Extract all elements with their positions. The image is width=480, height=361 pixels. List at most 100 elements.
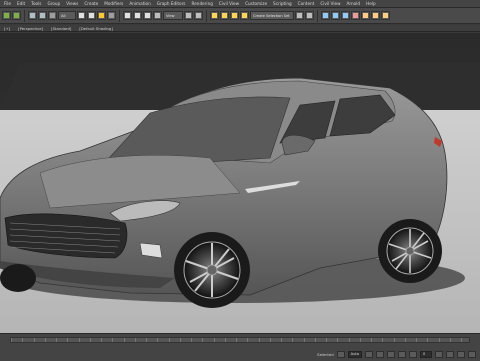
toolbar-separator <box>317 9 318 22</box>
timeline-tick <box>101 338 102 342</box>
next-frame-icon[interactable] <box>398 350 406 358</box>
viewport-point-of-view-label[interactable]: [Perspective] <box>18 26 43 31</box>
key-mode-button[interactable] <box>336 350 345 358</box>
menu-item[interactable]: Arnold <box>347 1 361 6</box>
menu-item[interactable]: Views <box>66 1 78 6</box>
menu-item[interactable]: Edit <box>17 1 25 6</box>
menu-item[interactable]: Customize <box>245 1 267 6</box>
viewport-label-bar: [+] [Perspective] [Standard] [Default Sh… <box>0 25 480 32</box>
timeline-tick <box>213 338 215 342</box>
percent-snap-icon[interactable] <box>230 11 239 20</box>
timeline-tick <box>89 338 91 342</box>
timeline-tick <box>11 338 12 342</box>
timeline-tick <box>393 338 395 342</box>
menu-item[interactable]: Scripting <box>273 1 292 6</box>
bind-space-warp-icon[interactable] <box>48 11 57 20</box>
timeline-tick <box>56 338 57 342</box>
timeline-tick <box>303 338 305 342</box>
timeline-tick <box>461 338 462 342</box>
timeline-tick <box>382 338 384 342</box>
menu-item[interactable]: Civil View <box>219 1 239 6</box>
selected-label: Selected <box>317 351 334 357</box>
pivot-center-icon[interactable] <box>184 11 193 20</box>
redo-button[interactable] <box>12 11 21 20</box>
timeline-tick <box>168 338 170 342</box>
maximize-viewport-icon[interactable] <box>468 350 476 358</box>
unlink-icon[interactable] <box>38 11 47 20</box>
link-icon[interactable] <box>28 11 37 20</box>
current-frame-field[interactable]: 0 <box>420 350 432 358</box>
timeline-tick <box>22 338 24 342</box>
select-and-manipulate-icon[interactable] <box>194 11 203 20</box>
window-crossing-icon[interactable] <box>107 11 116 20</box>
go-to-start-icon[interactable] <box>365 350 373 358</box>
select-object-icon[interactable] <box>77 11 86 20</box>
menu-item[interactable]: Civil View <box>320 1 340 6</box>
orbit-icon[interactable] <box>446 350 454 358</box>
schematic-view-icon[interactable] <box>341 11 350 20</box>
spinner-snap-icon[interactable] <box>240 11 249 20</box>
scale-icon[interactable] <box>143 11 152 20</box>
menu-item[interactable]: Create <box>84 1 98 6</box>
go-to-end-icon[interactable] <box>409 350 417 358</box>
toolbar-separator <box>119 9 120 22</box>
timeline-slider[interactable] <box>10 337 470 343</box>
toolbar-separator <box>24 9 25 22</box>
snaps-toggle-icon[interactable] <box>210 11 219 20</box>
timeline-tick <box>112 338 114 342</box>
menu-item[interactable]: Rendering <box>192 1 213 6</box>
selection-set-dropdown[interactable]: Create Selection Set <box>250 11 294 20</box>
undo-button[interactable] <box>2 11 11 20</box>
menu-item[interactable]: File <box>4 1 11 6</box>
viewport-display-label[interactable]: [Default Shading] <box>79 26 112 31</box>
layer-explorer-icon[interactable] <box>321 11 330 20</box>
timeline-tick <box>326 338 327 342</box>
timeline-tick <box>292 338 294 342</box>
timeline-tick <box>427 338 429 342</box>
render-setup-icon[interactable] <box>361 11 370 20</box>
viewport-menu-plus[interactable]: [+] <box>4 26 10 31</box>
timeline-tick <box>337 338 339 342</box>
viewport-scene <box>0 33 480 333</box>
zoom-extents-icon[interactable] <box>435 350 443 358</box>
status-controls: Selected Auto 0 <box>0 348 480 360</box>
previous-frame-icon[interactable] <box>376 350 384 358</box>
material-editor-icon[interactable] <box>351 11 360 20</box>
rendered-frame-window-icon[interactable] <box>371 11 380 20</box>
menu-item[interactable]: Content <box>298 1 315 6</box>
front-left-wheel <box>0 264 36 292</box>
menu-item[interactable]: Modifiers <box>104 1 123 6</box>
pan-icon[interactable] <box>457 350 465 358</box>
render-production-icon[interactable] <box>381 11 390 20</box>
align-icon[interactable] <box>305 11 314 20</box>
timeline-tick <box>269 338 271 342</box>
rotate-icon[interactable] <box>133 11 142 20</box>
angle-snap-icon[interactable] <box>220 11 229 20</box>
timeline-tick <box>449 338 451 342</box>
select-by-name-icon[interactable] <box>87 11 96 20</box>
menu-item[interactable]: Help <box>366 1 376 6</box>
viewport-shading-label[interactable]: [Standard] <box>51 26 71 31</box>
placement-icon[interactable] <box>153 11 162 20</box>
timeline-tick <box>202 338 204 342</box>
menu-bar: File Edit Tools Group Views Create Modifiers An… <box>0 0 480 8</box>
reference-coordinate-dropdown[interactable]: View <box>163 11 183 20</box>
timeline-tick <box>371 338 372 342</box>
menu-item[interactable]: Animation <box>129 1 150 6</box>
front-wheel <box>174 232 250 308</box>
timeline-tick <box>78 338 80 342</box>
selection-filter-dropdown[interactable]: All <box>58 11 76 20</box>
toolbar-separator <box>206 9 207 22</box>
menu-item[interactable]: Graph Editors <box>157 1 186 6</box>
curve-editor-icon[interactable] <box>331 11 340 20</box>
play-icon[interactable] <box>387 350 395 358</box>
timeline-tick <box>404 338 406 342</box>
mirror-icon[interactable] <box>295 11 304 20</box>
main-toolbar: All View Create Selection Set <box>0 8 480 24</box>
menu-item[interactable]: Tools <box>31 1 41 6</box>
menu-item[interactable]: Group <box>47 1 60 6</box>
auto-key-field[interactable]: Auto <box>347 350 362 358</box>
perspective-viewport[interactable] <box>0 33 480 333</box>
move-icon[interactable] <box>123 11 132 20</box>
rectangular-selection-icon[interactable] <box>97 11 106 20</box>
